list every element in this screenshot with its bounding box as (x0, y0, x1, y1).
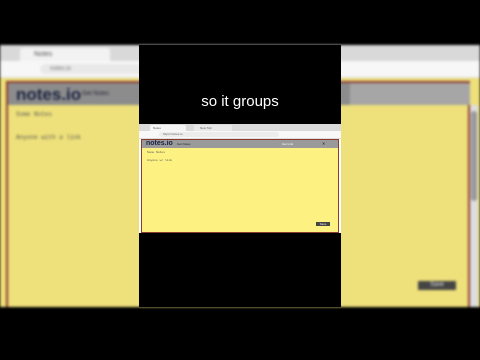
logo: notes.io (146, 140, 173, 147)
bg-tab: Notes (20, 48, 110, 61)
get-link-button[interactable]: Get Link (282, 142, 293, 146)
app-header: notes.io Get Notes Get Link ✕ (142, 140, 338, 148)
note-line2: Anyone w/ link (147, 159, 173, 162)
bg-save-button: Save (418, 281, 456, 290)
caption: so it groups (201, 93, 279, 110)
close-icon[interactable]: ✕ (322, 141, 325, 146)
address-bar: https://notes.io (139, 131, 341, 139)
bg-note-line1: Some Notes (16, 111, 53, 118)
notes-app: notes.io Get Notes Get Link ✕ Some Notes… (141, 139, 339, 233)
bg-scrollbar (470, 105, 478, 307)
tab-bar: Notes New Tab (139, 124, 341, 131)
bg-note-line2: Anyone with a link (16, 134, 81, 141)
save-button[interactable]: Save (316, 222, 330, 226)
note-line1: Some Notes (147, 151, 166, 154)
bg-scroll-thumb (471, 111, 477, 201)
subtitle: Get Notes (177, 142, 191, 146)
url-input[interactable]: https://notes.io (159, 132, 279, 137)
embedded-screenshot: Notes New Tab https://notes.io notes.io … (139, 124, 341, 233)
